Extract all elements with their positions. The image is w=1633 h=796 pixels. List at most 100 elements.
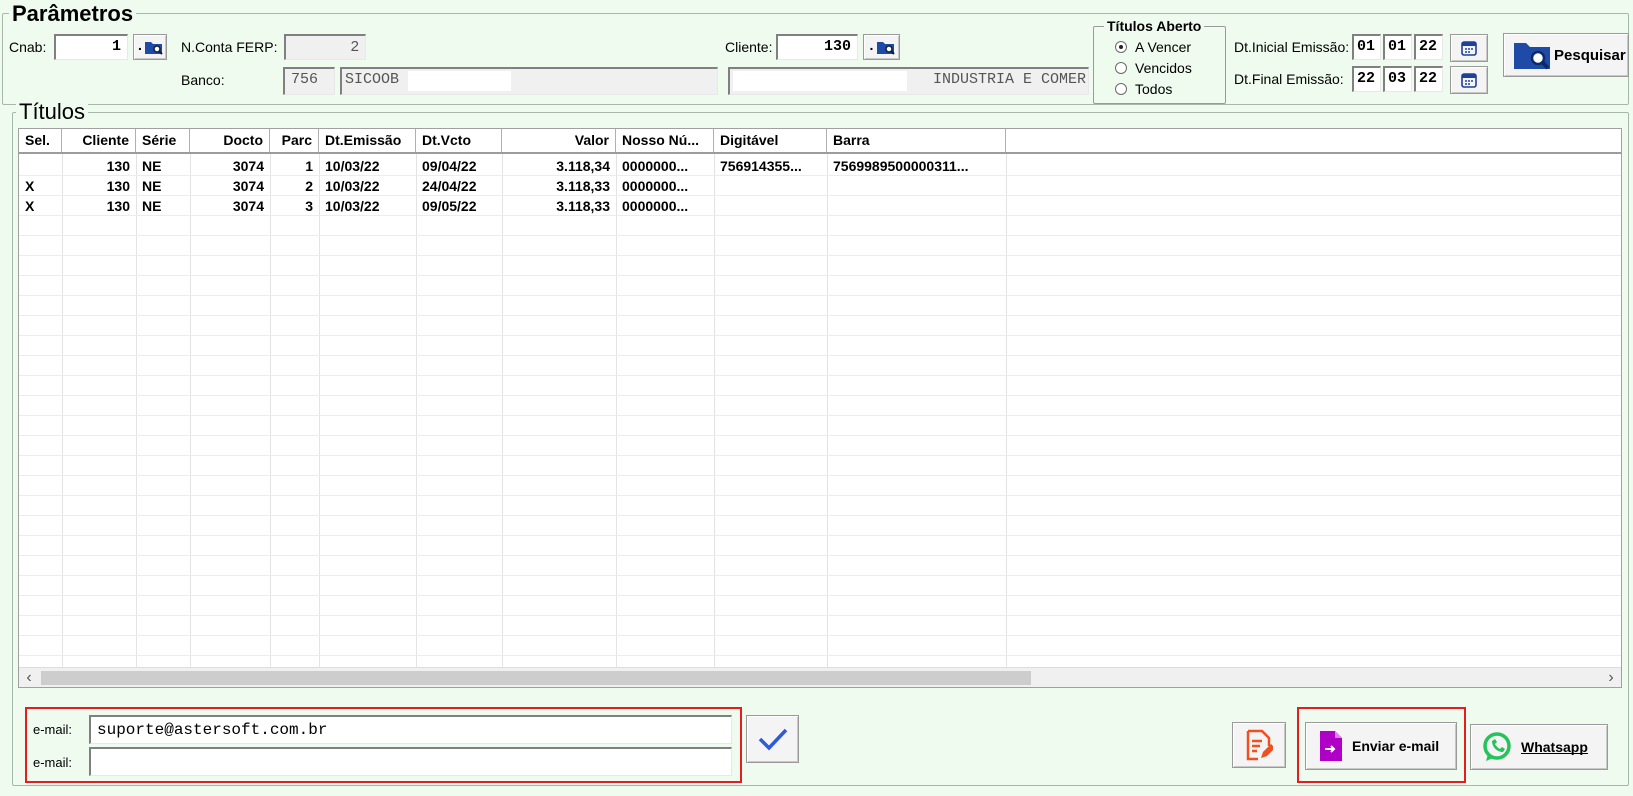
pesquisar-label: Pesquisar <box>1554 46 1626 64</box>
dt-final-calendar-button[interactable] <box>1450 66 1488 94</box>
banco-name-field: SICOOB <box>340 67 718 95</box>
dt-final-year[interactable]: 22 <box>1414 66 1443 92</box>
scroll-right-icon[interactable]: › <box>1601 668 1621 687</box>
radio-a-vencer-dot <box>1115 41 1127 53</box>
whatsapp-button[interactable]: Whatsapp <box>1470 724 1608 770</box>
email-field-1[interactable]: suporte@astersoft.com.br <box>89 715 732 744</box>
col-nosso-numero[interactable]: Nosso Nú... <box>616 129 714 152</box>
col-dt-vcto[interactable]: Dt.Vcto <box>416 129 502 152</box>
cell-sel: X <box>25 178 35 194</box>
dt-inicial-day[interactable]: 01 <box>1352 34 1381 60</box>
cell-nosso-numero: 0000000... <box>622 198 689 214</box>
cell-valor: 3.118,33 <box>556 198 610 214</box>
dt-final-label: Dt.Final Emissão: <box>1234 71 1344 87</box>
cell-dt-vcto: 09/05/22 <box>422 198 477 214</box>
cell-dt-vcto: 24/04/22 <box>422 178 477 194</box>
cnab-field[interactable]: 1 <box>54 34 128 60</box>
cell-nosso-numero: 0000000... <box>622 178 689 194</box>
empty-row <box>19 496 1621 516</box>
empty-row <box>19 316 1621 336</box>
scrollbar-thumb[interactable] <box>41 671 1031 685</box>
col-dt-emissao[interactable]: Dt.Emissão <box>319 129 416 152</box>
banco-code-field: 756 <box>283 67 335 95</box>
cell-parc: 2 <box>305 178 313 194</box>
cell-digitavel <box>714 196 827 216</box>
col-barra[interactable]: Barra <box>827 129 1006 152</box>
enviar-email-button[interactable]: Enviar e-mail <box>1305 722 1457 770</box>
cell-barra <box>827 196 1006 216</box>
dt-final-day[interactable]: 22 <box>1352 66 1381 92</box>
empty-row <box>19 456 1621 476</box>
pesquisar-button[interactable]: Pesquisar <box>1503 33 1629 77</box>
cell-serie: NE <box>142 158 162 174</box>
email-label-2: e-mail: <box>33 755 73 770</box>
cliente-name-whiteout <box>733 71 907 91</box>
cliente-field[interactable]: 130 <box>776 34 858 60</box>
email-field-2[interactable] <box>89 747 732 776</box>
titulos-grid[interactable]: Sel. Cliente Série Docto Parc Dt.Emissão… <box>18 128 1622 688</box>
cell-sel <box>19 156 62 176</box>
cell-barra: 7569989500000311... <box>833 158 969 174</box>
radio-vencidos[interactable]: Vencidos <box>1115 60 1192 76</box>
col-valor[interactable]: Valor <box>502 129 616 152</box>
empty-row <box>19 296 1621 316</box>
cell-cliente: 130 <box>106 198 130 214</box>
checkmark-icon <box>758 728 787 751</box>
conta-field: 2 <box>284 34 366 60</box>
calendar-icon <box>1461 41 1477 56</box>
cnab-label: Cnab: <box>9 39 47 55</box>
col-parc[interactable]: Parc <box>270 129 319 152</box>
table-row[interactable]: X 130 NE 3074 2 10/03/22 24/04/22 3.118,… <box>19 176 1621 196</box>
cell-nosso-numero: 0000000... <box>622 158 689 174</box>
col-sel[interactable]: Sel. <box>19 129 62 152</box>
empty-row <box>19 336 1621 356</box>
cnab-lookup-button[interactable]: . <box>133 34 167 60</box>
cell-barra <box>827 176 1006 196</box>
empty-row <box>19 436 1621 456</box>
dt-inicial-year[interactable]: 22 <box>1414 34 1443 60</box>
cell-parc: 3 <box>305 198 313 214</box>
empty-row <box>19 536 1621 556</box>
col-cliente[interactable]: Cliente <box>62 129 136 152</box>
titulos-aberto-title: Títulos Aberto <box>1104 18 1205 34</box>
cell-docto: 3074 <box>232 178 264 194</box>
edit-document-icon <box>1246 729 1273 761</box>
whatsapp-label: Whatsapp <box>1521 739 1588 755</box>
col-docto[interactable]: Docto <box>190 129 270 152</box>
dt-final-month[interactable]: 03 <box>1383 66 1412 92</box>
cell-dt-emissao: 10/03/22 <box>325 178 380 194</box>
banco-name-whiteout <box>408 71 511 91</box>
empty-row <box>19 576 1621 596</box>
empty-row <box>19 256 1621 276</box>
col-digitavel[interactable]: Digitável <box>714 129 827 152</box>
cell-serie: NE <box>142 198 162 214</box>
table-row[interactable]: 130 NE 3074 1 10/03/22 09/04/22 3.118,34… <box>19 156 1621 176</box>
folder-search-icon <box>1514 43 1550 70</box>
dt-inicial-month[interactable]: 01 <box>1383 34 1412 60</box>
cliente-label: Cliente: <box>725 39 773 55</box>
whatsapp-icon <box>1483 732 1511 761</box>
col-serie[interactable]: Série <box>136 129 190 152</box>
empty-row <box>19 276 1621 296</box>
calendar-icon <box>1461 73 1477 88</box>
radio-a-vencer-label: A Vencer <box>1135 39 1192 55</box>
empty-row <box>19 516 1621 536</box>
table-row[interactable]: X 130 NE 3074 3 10/03/22 09/05/22 3.118,… <box>19 196 1621 216</box>
dt-inicial-calendar-button[interactable] <box>1450 34 1488 62</box>
cell-parc: 1 <box>305 158 313 174</box>
cell-digitavel: 756914355... <box>720 158 802 174</box>
radio-todos-label: Todos <box>1135 81 1173 97</box>
edit-document-button[interactable] <box>1232 722 1286 768</box>
cell-docto: 3074 <box>232 198 264 214</box>
empty-row <box>19 616 1621 636</box>
radio-a-vencer[interactable]: A Vencer <box>1115 39 1191 55</box>
empty-row <box>19 476 1621 496</box>
scroll-left-icon[interactable]: ‹ <box>19 668 39 687</box>
cell-valor: 3.118,34 <box>556 158 610 174</box>
confirm-button[interactable] <box>746 715 799 763</box>
send-email-icon <box>1320 731 1342 761</box>
horizontal-scrollbar[interactable]: ‹ › <box>19 667 1621 687</box>
radio-todos[interactable]: Todos <box>1115 81 1172 97</box>
cliente-lookup-button[interactable]: . <box>863 34 900 60</box>
cell-docto: 3074 <box>232 158 264 174</box>
